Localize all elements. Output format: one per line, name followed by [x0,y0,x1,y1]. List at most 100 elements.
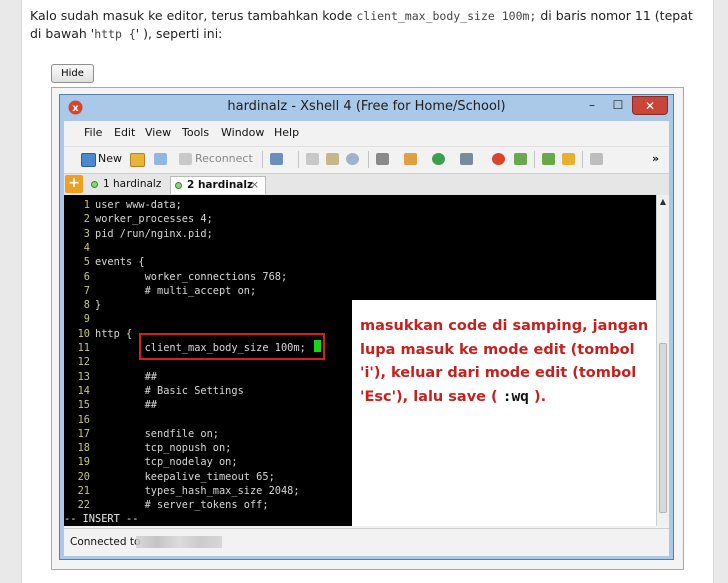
menu-view[interactable]: View [145,126,171,139]
toolbar-more-chevron-icon[interactable]: » [652,152,659,165]
line-text: tcp_nodelay on; [95,456,238,469]
print-icon[interactable] [376,153,389,165]
transfer-icon[interactable] [404,153,417,165]
line-text: ## [95,370,157,383]
intro-code-1: client_max_body_size 100m; [356,9,537,23]
line-number: 21 [77,485,90,497]
line-text: http { [95,327,133,340]
menu-help[interactable]: Help [274,126,299,139]
tab-session-1[interactable]: 1 hardinalz [87,176,167,194]
close-tab-icon[interactable]: × [250,177,259,194]
menu-edit[interactable]: Edit [114,126,135,139]
line-number: 12 [77,356,90,369]
toolbar-separator [368,151,369,168]
terminal-line: 5 events { [68,255,145,269]
scroll-thumb[interactable] [659,343,667,513]
maximize-button[interactable]: ☐ [606,96,630,115]
tab-session-2[interactable]: 2 hardinalz × [170,176,266,194]
line-text: pid /run/nginx.pid; [95,227,213,240]
new-button[interactable]: New [98,152,122,165]
tab-label: 2 hardinalz [187,179,254,191]
new-session-icon[interactable] [81,153,96,167]
terminal-line: 16 [68,413,95,427]
connect-icon[interactable] [154,153,167,165]
title-bar: x hardinalz - Xshell 4 (Free for Home/Sc… [60,95,673,121]
terminal-line: 7 # multi_accept on; [68,284,256,298]
terminal-scrollbar[interactable]: ▲ [656,195,669,526]
line-text: tcp_nopush on; [95,442,232,455]
line-text: } [95,299,102,312]
menu-file[interactable]: File [84,126,102,139]
layout-icon[interactable] [542,153,555,165]
terminal-line: 2 worker_processes 4; [68,212,213,226]
terminal-line: 22 # server_tokens off; [68,498,269,512]
open-folder-icon[interactable] [130,153,145,167]
line-number: 5 [83,256,90,269]
connected-status-icon [175,182,182,189]
menu-window[interactable]: Window [221,126,264,139]
find-icon[interactable] [346,153,359,165]
intro-paragraph: Kalo sudah masuk ke editor, terus tambah… [30,7,706,43]
hide-button[interactable]: Hide [51,64,94,83]
spoiler-box: x hardinalz - Xshell 4 (Free for Home/Sc… [51,87,684,570]
reconnect-button[interactable]: Reconnect [195,152,253,165]
toolbar: New Reconnect » [64,146,669,172]
script-icon[interactable] [514,153,527,165]
terminal-cursor [314,340,321,352]
reconnect-icon[interactable] [179,153,192,165]
line-number: 6 [83,270,90,283]
font-icon[interactable] [460,153,473,165]
annotation-save-command: :wq [502,388,529,405]
terminal-line: 18 tcp_nopush on; [68,441,232,455]
blurred-host-address [136,536,222,548]
line-text: worker_connections 768; [95,270,288,283]
line-text: # Basic Settings [95,384,244,397]
keyboard-icon[interactable] [590,153,603,165]
terminal-line: 15 ## [68,398,157,412]
scroll-up-arrow-icon[interactable]: ▲ [657,197,669,206]
copy-icon[interactable] [306,153,319,165]
line-number: 13 [77,370,90,383]
intro-code-2: http { [94,27,136,41]
terminal-line: 14 # Basic Settings [68,384,244,398]
line-number: 2 [83,213,90,226]
paste-icon[interactable] [326,153,339,165]
menu-bar: File Edit View Tools Window Help [64,121,669,145]
line-text: # server_tokens off; [95,499,269,512]
annotation-text: masukkan code di samping, jangan lupa ma… [360,315,650,409]
intro-text-3: ' ), seperti ini: [135,26,223,41]
terminal-line: 4 [68,241,95,255]
toolbar-separator [534,151,535,168]
tab-bar: + 1 hardinalz 2 hardinalz × [64,173,669,195]
line-number: 17 [77,427,90,440]
intro-text-1: Kalo sudah masuk ke editor, terus tambah… [30,8,357,23]
line-number: 14 [77,384,90,397]
line-number: 11 [77,342,90,354]
terminal-line: 8} [68,298,101,312]
terminal-line: 9 [68,312,95,326]
line-number: 1 [83,199,90,211]
menu-tools[interactable]: Tools [182,126,209,139]
globe-icon[interactable] [432,153,445,165]
line-number: 15 [77,399,90,412]
add-tab-button[interactable]: + [65,175,83,193]
close-button[interactable]: ✕ [632,96,668,115]
line-number: 16 [77,413,90,426]
vim-mode-indicator: -- INSERT -- [64,513,139,525]
toolbar-separator [262,151,263,168]
status-bar: Connected to [64,528,669,556]
line-text: worker_processes 4; [95,213,213,226]
line-text: user www-data; [95,199,182,211]
annotation-note: masukkan code di samping, jangan lupa ma… [352,300,656,526]
terminal-area[interactable]: 1 user www-data; 2 worker_processes 4; 3 pid … [64,195,656,526]
xshell-icon[interactable] [492,153,505,165]
toolbar-separator [582,151,583,168]
terminal-line: 1 user www-data; [68,198,182,212]
minimize-button[interactable]: – [580,96,604,115]
terminal-line: 17 sendfile on; [68,427,219,441]
properties-icon[interactable] [270,153,283,165]
line-number: 22 [77,499,90,512]
terminal-line: 20 keepalive_timeout 65; [68,470,275,484]
annotation-end: ). [528,388,547,405]
lock-icon[interactable] [562,153,575,165]
